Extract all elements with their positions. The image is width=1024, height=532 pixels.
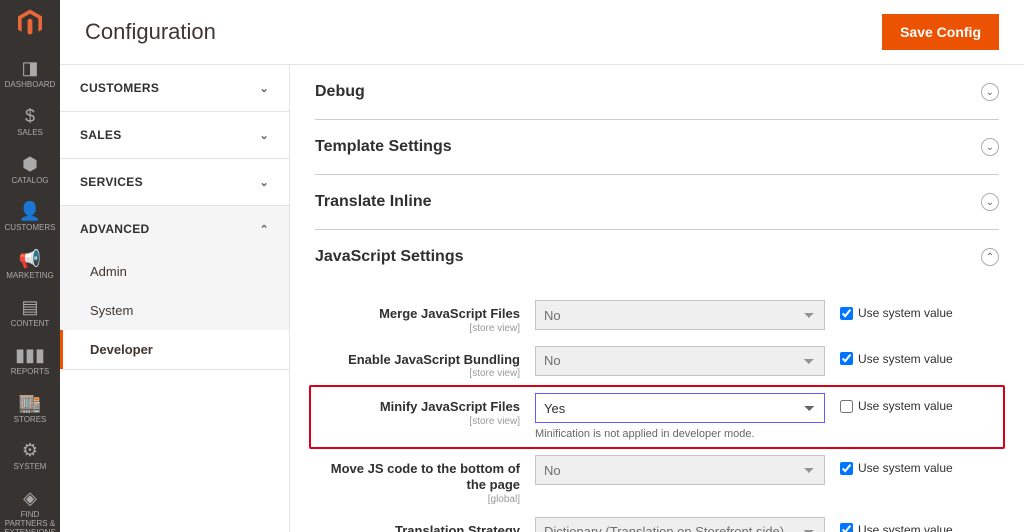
translation-select[interactable]: Dictionary (Translation on Storefront si… xyxy=(535,517,825,532)
config-group-customers[interactable]: CUSTOMERS ⌄ xyxy=(60,65,289,111)
nav-sales[interactable]: $SALES xyxy=(0,98,60,146)
minify-js-scope: [store view] xyxy=(315,416,520,427)
page-icon: ▤ xyxy=(21,297,38,318)
minify-js-use-system[interactable] xyxy=(840,400,853,413)
minify-js-select[interactable]: Yes xyxy=(535,393,825,423)
bundle-js-label: Enable JavaScript Bundling xyxy=(348,352,520,367)
chevron-up-icon: ⌃ xyxy=(259,223,269,236)
megaphone-icon: 📢 xyxy=(19,249,41,270)
puzzle-icon: ◈ xyxy=(23,488,37,509)
merge-js-use-system[interactable] xyxy=(840,307,853,320)
section-translate[interactable]: Translate Inline ⌄ xyxy=(315,175,999,229)
minify-js-note: Minification is not applied in developer… xyxy=(535,427,825,441)
chevron-down-icon: ⌄ xyxy=(259,176,269,189)
translation-use-system[interactable] xyxy=(840,523,853,532)
nav-stores[interactable]: 🏬STORES xyxy=(0,385,60,433)
bundle-js-select[interactable]: No xyxy=(535,346,825,376)
section-debug[interactable]: Debug ⌄ xyxy=(315,65,999,119)
expand-icon: ⌄ xyxy=(981,138,999,156)
nav-partners[interactable]: ◈FIND PARTNERS & EXTENSIONS xyxy=(0,480,60,532)
expand-icon: ⌄ xyxy=(981,83,999,101)
config-item-developer[interactable]: Developer xyxy=(60,330,289,369)
collapse-icon: ⌃ xyxy=(981,248,999,266)
merge-js-scope: [store view] xyxy=(315,323,520,334)
config-group-services[interactable]: SERVICES ⌄ xyxy=(60,159,289,205)
storefront-icon: 🏬 xyxy=(19,393,41,414)
bars-icon: ▮▮▮ xyxy=(15,345,45,366)
save-config-button[interactable]: Save Config xyxy=(882,14,999,50)
move-js-select[interactable]: No xyxy=(535,455,825,485)
move-js-scope: [global] xyxy=(315,494,520,505)
nav-customers[interactable]: 👤CUSTOMERS xyxy=(0,193,60,241)
nav-catalog[interactable]: ⬢CATALOG xyxy=(0,146,60,194)
translation-label: Translation Strategy xyxy=(395,523,520,532)
magento-logo[interactable] xyxy=(14,8,46,38)
config-item-admin[interactable]: Admin xyxy=(60,252,289,291)
gear-icon: ⚙ xyxy=(22,440,38,461)
config-group-sales[interactable]: SALES ⌄ xyxy=(60,112,289,158)
chevron-down-icon: ⌄ xyxy=(259,82,269,95)
merge-js-label: Merge JavaScript Files xyxy=(379,306,520,321)
merge-js-select[interactable]: No xyxy=(535,300,825,330)
minify-js-label: Minify JavaScript Files xyxy=(380,399,520,414)
section-js[interactable]: JavaScript Settings ⌃ xyxy=(315,230,999,284)
bundle-js-scope: [store view] xyxy=(315,368,520,379)
nav-dashboard[interactable]: ◨DASHBOARD xyxy=(0,50,60,98)
cube-icon: ⬢ xyxy=(22,154,38,175)
nav-reports[interactable]: ▮▮▮REPORTS xyxy=(0,337,60,385)
section-template[interactable]: Template Settings ⌄ xyxy=(315,120,999,174)
nav-marketing[interactable]: 📢MARKETING xyxy=(0,241,60,289)
nav-content[interactable]: ▤CONTENT xyxy=(0,289,60,337)
nav-system[interactable]: ⚙SYSTEM xyxy=(0,432,60,480)
move-js-use-system[interactable] xyxy=(840,462,853,475)
page-title: Configuration xyxy=(85,19,216,45)
person-icon: 👤 xyxy=(19,201,41,222)
bundle-js-use-system[interactable] xyxy=(840,352,853,365)
config-group-advanced[interactable]: ADVANCED ⌃ xyxy=(60,206,289,252)
config-item-system[interactable]: System xyxy=(60,291,289,330)
dollar-icon: $ xyxy=(25,106,35,127)
chevron-down-icon: ⌄ xyxy=(259,129,269,142)
expand-icon: ⌄ xyxy=(981,193,999,211)
dashboard-icon: ◨ xyxy=(21,58,38,79)
move-js-label: Move JS code to the bottom of the page xyxy=(331,461,520,492)
